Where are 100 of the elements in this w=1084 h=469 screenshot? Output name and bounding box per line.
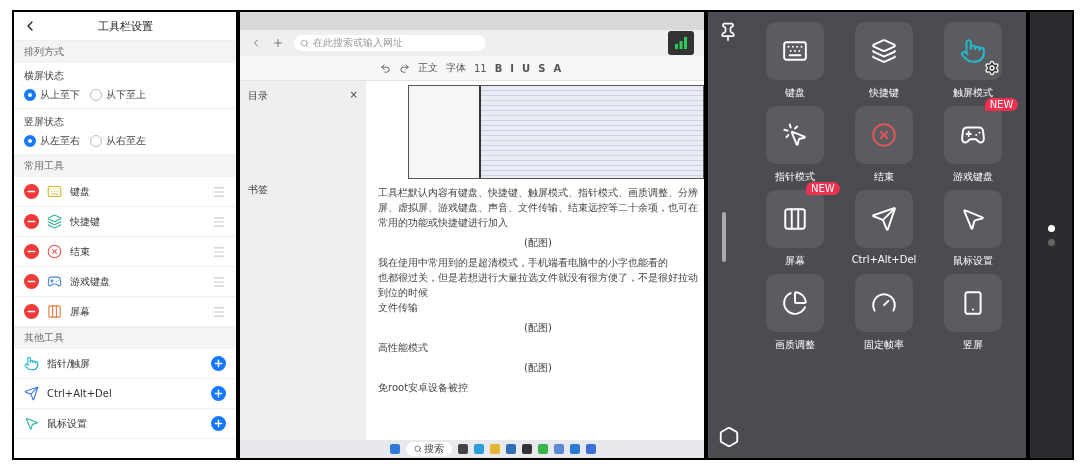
send-icon: [24, 386, 39, 401]
image-caption: (配图): [523, 321, 553, 335]
format-button[interactable]: U: [522, 62, 531, 74]
document-text: 我在使用中常用到的是超清模式，手机端看电脑中的小字也能看的: [378, 256, 669, 270]
tool-button[interactable]: [855, 190, 913, 248]
tool-label: 触屏模式: [953, 86, 994, 100]
tool-button[interactable]: [944, 274, 1003, 332]
search-icon: [300, 38, 309, 48]
tool-label: 游戏键盘: [953, 170, 994, 184]
section-header: 其他工具: [14, 327, 236, 349]
close-button[interactable]: ×: [349, 89, 358, 103]
remove-button[interactable]: [24, 304, 39, 319]
radio-option[interactable]: 从下至上: [90, 88, 146, 102]
tool-name: 快捷键: [70, 214, 101, 229]
radio-option[interactable]: 从左至右: [24, 134, 80, 148]
add-button[interactable]: [211, 386, 226, 401]
drag-handle-icon[interactable]: [212, 304, 226, 319]
image-caption: (配图): [523, 361, 553, 375]
keyboard-icon: [781, 38, 808, 64]
columns-icon: [781, 206, 808, 232]
tool-button[interactable]: [765, 190, 824, 248]
style-dropdown[interactable]: 正文: [418, 61, 438, 75]
document-text: 屏、虚拟屏、游戏键盘、声音、文件传输、结束远控等二十余项，也可在: [378, 201, 698, 215]
remove-button[interactable]: [24, 214, 39, 229]
page-dot[interactable]: [1047, 238, 1055, 246]
format-button[interactable]: B: [494, 62, 503, 74]
remove-button[interactable]: [24, 274, 39, 289]
document-text: 免root安卓设备被控: [378, 381, 470, 395]
layers-icon: [47, 214, 62, 229]
group-label: 竖屏状态: [24, 115, 65, 129]
tool-label: 固定帧率: [864, 338, 904, 352]
tool-button[interactable]: [765, 22, 824, 80]
hand-pointer-icon: [24, 356, 39, 371]
document-text: 常用的功能或快捷键进行加入: [378, 216, 509, 230]
tool-button[interactable]: [944, 106, 1003, 164]
add-button[interactable]: [211, 356, 226, 371]
tool-label: 屏幕: [784, 254, 805, 268]
document-text: 文件传输: [378, 301, 419, 315]
tool-button[interactable]: [944, 190, 1003, 248]
add-button[interactable]: [211, 416, 226, 431]
tool-button[interactable]: [765, 106, 824, 164]
tool-button[interactable]: [765, 274, 824, 332]
new-badge: NEW: [984, 98, 1019, 111]
start-icon[interactable]: [390, 444, 400, 454]
radio-option[interactable]: 从上至下: [24, 88, 80, 102]
drag-handle-icon[interactable]: [212, 184, 226, 199]
tool-label: 指针模式: [774, 170, 815, 184]
tool-button[interactable]: [944, 22, 1003, 80]
remove-button[interactable]: [24, 184, 39, 199]
pin-icon[interactable]: [718, 22, 738, 42]
tool-label: 结束: [874, 170, 894, 184]
document-text: 高性能模式: [378, 341, 429, 355]
font-size-dropdown[interactable]: 11: [474, 62, 487, 74]
undo-icon[interactable]: [380, 62, 391, 74]
outline-title: 目录: [248, 89, 268, 103]
columns-icon: [47, 304, 62, 319]
drag-handle-icon[interactable]: [212, 274, 226, 289]
drag-handle-icon[interactable]: [212, 244, 226, 259]
tool-name: 游戏键盘: [70, 274, 111, 289]
document-text: 工具栏默认内容有键盘、快捷键、触屏模式、指针模式、画质调整、分辨: [378, 186, 698, 200]
section-header: 常用工具: [14, 155, 236, 177]
search-icon: [414, 445, 422, 453]
document-text: 到位的时候: [378, 286, 429, 300]
new-badge: NEW: [805, 182, 840, 195]
cursor-icon: [24, 416, 39, 431]
plus-icon: [213, 418, 224, 429]
tool-label: 画质调整: [774, 338, 815, 352]
outline-item[interactable]: 书签: [248, 183, 358, 197]
taskbar-search[interactable]: 搜索: [406, 442, 452, 456]
format-button[interactable]: S: [538, 62, 546, 74]
remove-button[interactable]: [24, 244, 39, 259]
tool-name: 屏幕: [70, 304, 91, 319]
tool-name: Ctrl+Alt+Del: [47, 388, 113, 399]
tool-name: 指针/触屏: [47, 356, 92, 371]
document-text: 也都很过关，但是若想进行大量拉选文件就没有很方便了，不是很好拉动: [378, 271, 698, 285]
format-button[interactable]: I: [510, 62, 515, 74]
page-title: 工具栏设置: [96, 18, 154, 34]
page-dot[interactable]: [1047, 224, 1055, 232]
tool-name: 结束: [70, 244, 91, 259]
drag-handle-icon[interactable]: [212, 214, 226, 229]
gamepad-icon: [47, 274, 62, 289]
tool-button[interactable]: [855, 22, 913, 80]
signal-icon[interactable]: [668, 31, 694, 55]
tool-label: 鼠标设置: [953, 254, 994, 268]
font-dropdown[interactable]: 字体: [446, 61, 466, 75]
scroll-handle[interactable]: [722, 212, 726, 262]
close-circle-icon: [871, 122, 897, 148]
cursor-icon: [960, 206, 987, 232]
tool-label: Ctrl+Alt+Del: [851, 254, 917, 265]
tool-button[interactable]: [855, 274, 913, 332]
keyboard-icon: [47, 184, 62, 199]
format-button[interactable]: A: [553, 62, 562, 74]
send-icon: [871, 206, 897, 232]
tool-label: 快捷键: [869, 86, 899, 100]
new-tab-icon[interactable]: [272, 37, 284, 49]
radio-option[interactable]: 从右至左: [90, 134, 146, 148]
group-label: 横屏状态: [24, 69, 65, 83]
close-circle-icon: [47, 244, 62, 259]
redo-icon[interactable]: [399, 62, 410, 74]
plus-icon: [213, 388, 224, 399]
